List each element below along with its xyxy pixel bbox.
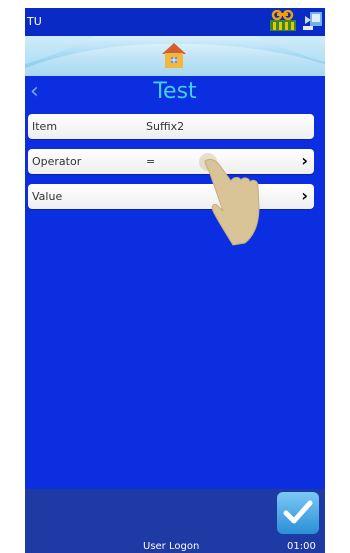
network-status-icon (303, 12, 322, 30)
field-value: = (146, 155, 156, 168)
page-title: Test (153, 79, 197, 104)
field-label: Value (32, 190, 63, 203)
chevron-right-icon: › (301, 151, 308, 170)
device-screen: TU ‹ Test Item Suffix2 Operator = › Valu… (25, 8, 325, 553)
field-label: Operator (32, 155, 82, 168)
header-band (25, 36, 325, 76)
confirm-button[interactable] (277, 492, 319, 534)
home-icon[interactable] (159, 40, 189, 70)
field-value-row[interactable]: Value › (28, 184, 314, 209)
device-name: TU (27, 15, 42, 28)
field-item: Item Suffix2 (28, 114, 314, 139)
chevron-right-icon: › (301, 186, 308, 205)
checkmark-icon (283, 500, 313, 524)
title-row: ‹ Test (25, 76, 325, 112)
tap-hand-icon (199, 153, 260, 246)
field-value: Suffix2 (146, 120, 185, 133)
user-logon-label[interactable]: User Logon (143, 541, 199, 552)
field-label: Item (32, 120, 58, 133)
status-bar: TU (25, 8, 325, 36)
printer-status-icon (270, 10, 296, 31)
clock: 01:00 (287, 541, 316, 552)
field-operator[interactable]: Operator = › (28, 149, 314, 174)
